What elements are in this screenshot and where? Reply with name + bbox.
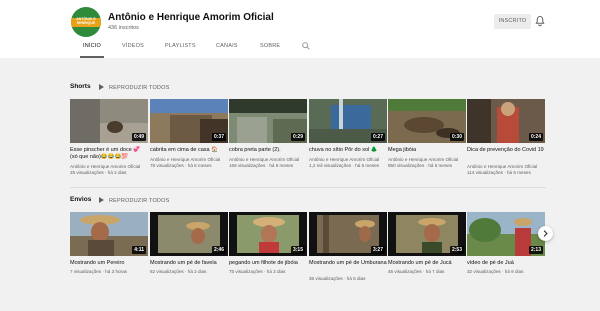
video-thumbnail[interactable]: 4:11 <box>70 212 148 256</box>
video-title[interactable]: Mostrando um pé de favela <box>150 260 228 267</box>
tab-videos[interactable]: VÍDEOS <box>122 38 144 58</box>
video-title[interactable]: cobra preta parte (2). <box>229 147 307 154</box>
video-meta: 950 visualizações · há 6 meses <box>388 163 453 168</box>
play-icon <box>99 84 104 90</box>
video-title[interactable]: Dica de prevenção do Covid 19 <box>467 147 545 154</box>
video-thumbnail[interactable]: 0:29 <box>229 99 307 143</box>
tab-inicio[interactable]: INÍCIO <box>80 38 104 58</box>
video-title[interactable]: Mega jibóia <box>388 147 466 154</box>
video-title[interactable]: cabrita em cima de casa 🏠 <box>150 147 228 154</box>
video-thumbnail[interactable]: 0:37 <box>150 99 228 143</box>
video-meta: 75 visualizações · há 3 dias <box>229 269 286 274</box>
video-duration: 0:49 <box>131 133 146 141</box>
chevron-right-icon <box>543 230 548 237</box>
tab-playlists[interactable]: PLAYLISTS <box>165 38 196 58</box>
channel-name: Antônio e Henrique Amorim Oficial <box>108 12 274 23</box>
tab-sobre[interactable]: SOBRE <box>260 38 280 58</box>
video-thumbnail[interactable]: 0:30 <box>388 99 466 143</box>
video-duration: 4:11 <box>132 246 146 254</box>
video-title[interactable]: pegando um filhote de jibóia <box>229 260 307 267</box>
section-divider <box>70 187 546 188</box>
video-duration: 3:15 <box>290 246 305 254</box>
next-arrow-button[interactable] <box>538 226 553 241</box>
play-icon <box>99 197 104 203</box>
video-title[interactable]: Mostrando um pé de Jucá <box>388 260 466 267</box>
video-title[interactable]: vídeo de pé de Juá <box>467 260 545 267</box>
video-thumbnail[interactable]: 0:24 <box>467 99 545 143</box>
video-title[interactable]: Mostrando um Pereiro <box>70 260 148 267</box>
bell-icon[interactable] <box>534 15 546 27</box>
video-meta: 1,2 mil visualizações · há 6 meses <box>309 163 379 168</box>
subscriber-count: 436 inscritos <box>108 25 139 31</box>
video-meta: 45 visualizações · há 7 dias <box>388 269 445 274</box>
video-title[interactable]: Esse pinscher é um doce 💞 (só que não)😂😂… <box>70 147 148 161</box>
uploads-section-title: Envios <box>70 196 92 203</box>
video-duration: 0:29 <box>290 133 305 141</box>
play-all-label: REPRODUZIR TODOS <box>109 85 170 91</box>
channel-avatar[interactable]: ANTÔNIO E HENRIQUE <box>71 7 101 37</box>
video-thumbnail[interactable]: 2:13 <box>467 212 545 256</box>
video-title[interactable]: chuva no sítio Pôr do sol 🌲 <box>309 147 387 154</box>
video-thumbnail[interactable]: 2:46 <box>150 212 228 256</box>
video-duration: 0:24 <box>528 133 543 141</box>
video-duration: 0:30 <box>449 133 464 141</box>
video-title[interactable]: Mostrando um pé de Umburana <box>309 260 387 267</box>
video-duration: 2:46 <box>211 246 226 254</box>
video-thumbnail[interactable]: 0:27 <box>309 99 387 143</box>
video-thumbnail[interactable]: 3:27 <box>309 212 387 256</box>
video-meta: 62 visualizações · há 2 dias <box>150 269 207 274</box>
uploads-play-all-button[interactable]: REPRODUZIR TODOS <box>99 197 169 204</box>
video-meta: 25 visualizações · há 2 dias <box>70 170 127 175</box>
shorts-play-all-button[interactable]: REPRODUZIR TODOS <box>99 84 169 91</box>
video-meta: 7 visualizações · há 3 horas <box>70 269 127 274</box>
shorts-section-title: Shorts <box>70 83 91 90</box>
video-duration: 0:27 <box>370 133 385 141</box>
search-icon[interactable] <box>301 41 311 51</box>
video-duration: 2:13 <box>528 246 543 254</box>
video-meta: 114 visualizações · há 6 meses <box>467 170 531 175</box>
channel-header: ANTÔNIO E HENRIQUE Antônio e Henrique Am… <box>0 0 600 58</box>
video-thumbnail[interactable]: 3:15 <box>229 212 307 256</box>
tab-canais[interactable]: CANAIS <box>216 38 238 58</box>
avatar-text: ANTÔNIO E HENRIQUE <box>76 17 96 25</box>
video-thumbnail[interactable]: 0:49 <box>70 99 148 143</box>
video-thumbnail[interactable]: 2:53 <box>388 212 466 256</box>
play-all-label: REPRODUZIR TODOS <box>109 198 170 204</box>
video-meta: 78 visualizações · há 6 meses <box>150 163 212 168</box>
video-meta: 32 visualizações · há 9 dias <box>467 269 524 274</box>
video-duration: 2:53 <box>449 246 464 254</box>
video-duration: 0:37 <box>211 133 226 141</box>
video-meta: 36 visualizações · há 5 dias <box>309 276 366 281</box>
subscribe-button[interactable]: INSCRITO <box>494 14 531 29</box>
video-duration: 3:27 <box>370 246 385 254</box>
video-meta: 169 visualizações · há 6 meses <box>229 163 294 168</box>
